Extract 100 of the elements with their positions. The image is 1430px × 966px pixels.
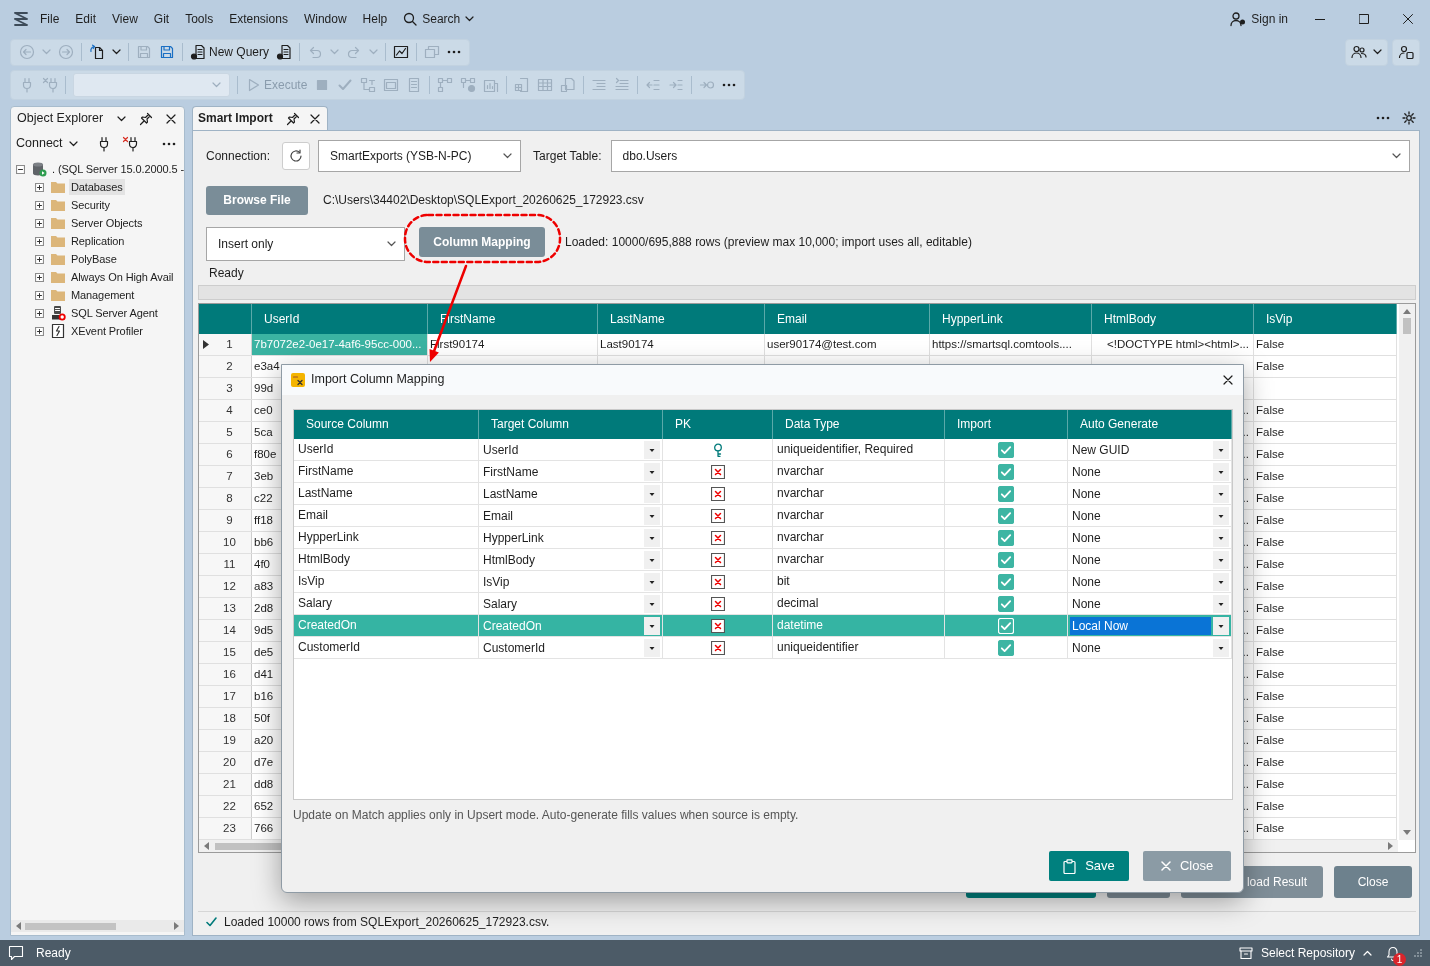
auto-generate-dropdown[interactable]: None bbox=[1068, 483, 1232, 504]
caret-icon[interactable] bbox=[1213, 440, 1229, 459]
target-dropdown[interactable]: UserId bbox=[479, 439, 663, 460]
checkbox[interactable] bbox=[998, 507, 1014, 524]
row-header[interactable]: 12 bbox=[199, 576, 252, 597]
checkbox[interactable] bbox=[998, 441, 1014, 458]
tree-item[interactable]: Security bbox=[69, 197, 112, 213]
scroll-down-icon[interactable] bbox=[1403, 830, 1411, 835]
target-dropdown[interactable]: Salary bbox=[479, 593, 663, 614]
target-dropdown[interactable]: Email bbox=[479, 505, 663, 526]
row-header[interactable]: 20 bbox=[199, 752, 252, 773]
column-header[interactable]: Email bbox=[765, 304, 930, 334]
person-icon[interactable] bbox=[1398, 44, 1414, 60]
row-header[interactable]: 10 bbox=[199, 532, 252, 553]
menu-item[interactable]: Edit bbox=[67, 8, 105, 30]
caret-icon[interactable] bbox=[1213, 550, 1229, 569]
action-button[interactable]: Close bbox=[1334, 866, 1412, 898]
row-header[interactable]: 8 bbox=[199, 488, 252, 509]
close-icon[interactable] bbox=[166, 113, 176, 124]
bell-icon[interactable] bbox=[1386, 945, 1400, 961]
checkbox[interactable] bbox=[998, 595, 1014, 612]
expand-icon[interactable] bbox=[35, 218, 44, 228]
table-row[interactable]: FirstName FirstName nvarchar None bbox=[294, 461, 1232, 483]
scrollbar-thumb[interactable] bbox=[215, 842, 283, 850]
caret-icon[interactable] bbox=[1213, 462, 1229, 481]
tree-item[interactable]: PolyBase bbox=[69, 251, 119, 267]
auto-generate-dropdown[interactable]: None bbox=[1068, 637, 1232, 658]
row-header[interactable]: 19 bbox=[199, 730, 252, 751]
close-icon[interactable] bbox=[310, 113, 320, 124]
target-dropdown[interactable]: FirstName bbox=[479, 461, 663, 482]
chat-icon[interactable] bbox=[8, 945, 24, 961]
column-header[interactable]: LastName bbox=[598, 304, 765, 334]
auto-generate-dropdown[interactable]: New GUID bbox=[1068, 439, 1232, 460]
row-header[interactable]: 15 bbox=[199, 642, 252, 663]
repository-button[interactable]: Select Repository bbox=[1238, 945, 1372, 961]
row-header[interactable]: 9 bbox=[199, 510, 252, 531]
expand-icon[interactable] bbox=[35, 290, 44, 300]
checkbox[interactable] bbox=[998, 529, 1014, 546]
scroll-right-icon[interactable] bbox=[174, 922, 179, 930]
scrollbar-thumb[interactable] bbox=[25, 922, 116, 930]
table-row[interactable]: HypperLink HypperLink nvarchar None bbox=[294, 527, 1232, 549]
checkbox[interactable] bbox=[998, 551, 1014, 568]
checkbox[interactable] bbox=[998, 485, 1014, 502]
target-dropdown[interactable]: LastName bbox=[479, 483, 663, 504]
tree-item[interactable]: SQL Server Agent bbox=[69, 305, 160, 321]
menu-item[interactable]: Extensions bbox=[221, 8, 296, 30]
target-dropdown[interactable]: HypperLink bbox=[479, 527, 663, 548]
sign-in-button[interactable]: Sign in bbox=[1226, 11, 1292, 27]
tree-item[interactable]: Replication bbox=[69, 233, 127, 249]
more-icon[interactable] bbox=[162, 142, 176, 146]
query-file-icon[interactable] bbox=[276, 44, 293, 60]
more-icon[interactable] bbox=[447, 50, 462, 54]
connect-button[interactable]: Connect bbox=[16, 136, 78, 152]
chevron-down-icon[interactable] bbox=[1373, 49, 1382, 55]
menu-item[interactable]: Tools bbox=[177, 8, 222, 30]
caret-icon[interactable] bbox=[1213, 528, 1229, 547]
row-header[interactable]: 22 bbox=[199, 796, 252, 817]
scrollbar-thumb[interactable] bbox=[1403, 318, 1411, 334]
target-dropdown[interactable]: HtmlBody bbox=[479, 549, 663, 570]
table-row[interactable]: UserId UserId uniqueidentifier, Required New GUID bbox=[294, 439, 1232, 461]
new-query-button[interactable]: New Query bbox=[190, 44, 270, 60]
auto-generate-dropdown[interactable]: None bbox=[1068, 549, 1232, 570]
chart-window-icon[interactable] bbox=[393, 44, 410, 60]
mode-dropdown[interactable]: Insert only bbox=[206, 227, 405, 261]
tree-item[interactable]: Databases bbox=[69, 179, 125, 195]
caret-icon[interactable] bbox=[1213, 484, 1229, 503]
more-icon[interactable] bbox=[1376, 116, 1390, 120]
column-header[interactable]: IsVip bbox=[1254, 304, 1397, 334]
expand-icon[interactable] bbox=[35, 236, 44, 246]
expand-icon[interactable] bbox=[35, 326, 44, 336]
row-header[interactable]: 6 bbox=[199, 444, 252, 465]
scroll-right-icon[interactable] bbox=[1388, 842, 1393, 850]
expand-icon[interactable] bbox=[35, 272, 44, 282]
row-header[interactable]: 23 bbox=[199, 818, 252, 839]
checkbox[interactable] bbox=[998, 463, 1014, 480]
chevron-down-icon[interactable] bbox=[112, 49, 121, 55]
resize-grip-icon[interactable] bbox=[1414, 949, 1422, 957]
connection-dropdown[interactable]: SmartExports (YSB-N-PC) bbox=[318, 140, 522, 172]
caret-icon[interactable] bbox=[1213, 594, 1229, 613]
refresh-button[interactable] bbox=[282, 142, 311, 170]
row-header[interactable]: 16 bbox=[199, 664, 252, 685]
column-header[interactable]: HypperLink bbox=[930, 304, 1092, 334]
settings-icon[interactable] bbox=[1402, 111, 1416, 125]
menu-item[interactable]: Git bbox=[145, 8, 178, 30]
table-row[interactable]: CreatedOn CreatedOn datetime Local Now bbox=[294, 615, 1232, 637]
table-row[interactable]: CustomerId CustomerId uniqueidentifier None bbox=[294, 637, 1232, 659]
caret-icon[interactable] bbox=[644, 506, 660, 525]
target-dropdown[interactable]: IsVip bbox=[479, 571, 663, 592]
row-header[interactable]: 3 bbox=[199, 378, 252, 399]
table-row[interactable]: HtmlBody HtmlBody nvarchar None bbox=[294, 549, 1232, 571]
expand-icon[interactable] bbox=[35, 254, 44, 264]
caret-icon[interactable] bbox=[644, 462, 660, 481]
row-header[interactable]: 5 bbox=[199, 422, 252, 443]
caret-icon[interactable] bbox=[644, 638, 660, 657]
pin-icon[interactable] bbox=[139, 111, 153, 126]
caret-icon[interactable] bbox=[1213, 638, 1229, 657]
table-row[interactable]: IsVip IsVip bit None bbox=[294, 571, 1232, 593]
new-file-icon[interactable] bbox=[89, 44, 105, 60]
row-header[interactable]: 2 bbox=[199, 356, 252, 377]
tree-item[interactable]: Management bbox=[69, 287, 137, 303]
